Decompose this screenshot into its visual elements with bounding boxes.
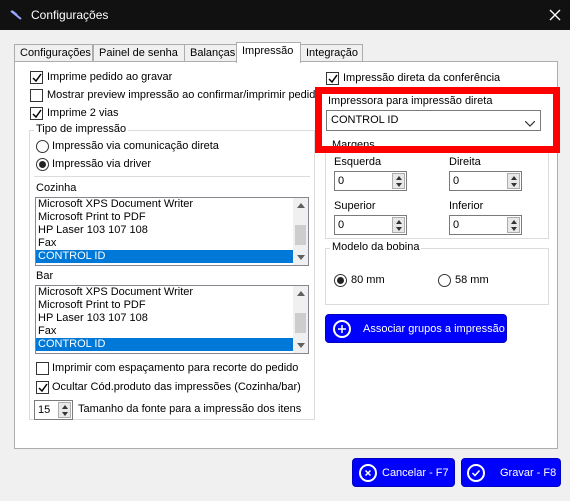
- show-preview-checkbox[interactable]: [30, 89, 43, 102]
- decrement-icon[interactable]: [59, 410, 70, 417]
- stepper-buttons[interactable]: [507, 217, 520, 233]
- stepper-buttons[interactable]: [507, 173, 520, 189]
- list-item[interactable]: Microsoft Print to PDF: [36, 299, 308, 312]
- window-title: Configurações: [31, 8, 109, 22]
- cancel-button[interactable]: Cancelar - F7: [352, 458, 455, 487]
- increment-icon[interactable]: [393, 218, 404, 225]
- tab-integracao[interactable]: Integração: [300, 44, 363, 62]
- kitchen-label: Cozinha: [36, 182, 77, 194]
- stepper-buttons[interactable]: [392, 217, 405, 233]
- margin-left-stepper[interactable]: 0: [334, 171, 407, 191]
- print-type-title: Tipo de impressão: [34, 123, 129, 135]
- stepper-buttons[interactable]: [58, 402, 71, 418]
- associate-groups-label: Associar grupos a impressão: [363, 323, 505, 335]
- margin-bottom-value: 0: [453, 219, 460, 231]
- app-logo-icon: [9, 8, 23, 22]
- scroll-up-icon[interactable]: [293, 198, 308, 213]
- scroll-down-icon[interactable]: [293, 250, 308, 265]
- direct-conference-checkbox[interactable]: [326, 72, 339, 85]
- bobbin-58mm-label: 58 mm: [455, 274, 489, 286]
- cancel-label: Cancelar - F7: [382, 467, 449, 479]
- bobbin-title: Modelo da bobina: [330, 241, 422, 253]
- list-item[interactable]: Fax: [36, 325, 308, 338]
- driver-print-label: Impressão via driver: [52, 158, 152, 170]
- add-circle-icon: [333, 320, 351, 338]
- bobbin-80mm-radio[interactable]: [334, 274, 347, 287]
- bar-label: Bar: [36, 270, 54, 282]
- direct-communication-label: Impressão via comunicação direta: [52, 140, 219, 152]
- bar-printer-list[interactable]: Microsoft XPS Document Writer Microsoft …: [35, 285, 309, 354]
- list-item[interactable]: Microsoft XPS Document Writer: [36, 286, 308, 299]
- margin-left-label: Esquerda: [334, 156, 382, 168]
- scroll-up-icon[interactable]: [293, 286, 308, 301]
- list-item-selected[interactable]: CONTROL ID: [36, 338, 308, 351]
- margin-right-label: Direita: [449, 156, 481, 168]
- direct-communication-radio[interactable]: [36, 140, 49, 153]
- list-item[interactable]: HP Laser 103 107 108: [36, 224, 308, 237]
- print-order-on-save-label: Imprime pedido ao gravar: [47, 71, 173, 83]
- settings-window: Configurações Configurações Painel de se…: [0, 0, 570, 501]
- hide-product-code-label: Ocultar Cód.produto das impressões (Cozi…: [52, 381, 301, 393]
- tab-configuracoes[interactable]: Configurações: [14, 44, 93, 62]
- kitchen-printer-list[interactable]: Microsoft XPS Document Writer Microsoft …: [35, 197, 309, 266]
- font-size-stepper[interactable]: 15: [34, 400, 73, 420]
- margins-group: Margens Esquerda 0 Direita 0 Superior 0: [325, 139, 549, 239]
- margin-bottom-stepper[interactable]: 0: [449, 215, 522, 235]
- title-bar: Configurações: [0, 0, 570, 30]
- decrement-icon[interactable]: [393, 225, 404, 232]
- list-item-selected[interactable]: CONTROL ID: [36, 250, 308, 263]
- list-item[interactable]: Microsoft Print to PDF: [36, 211, 308, 224]
- stepper-buttons[interactable]: [392, 173, 405, 189]
- print-two-copies-checkbox[interactable]: [30, 107, 43, 120]
- show-preview-label: Mostrar preview impressão ao confirmar/i…: [47, 89, 322, 101]
- increment-icon[interactable]: [393, 174, 404, 181]
- save-label: Gravar - F8: [500, 467, 557, 479]
- increment-icon[interactable]: [508, 218, 519, 225]
- margin-top-value: 0: [338, 219, 345, 231]
- direct-conference-label: Impressão direta da conferência: [343, 72, 501, 84]
- print-type-group: Tipo de impressão Impressão via comunica…: [29, 123, 315, 420]
- scroll-down-icon[interactable]: [293, 338, 308, 353]
- increment-icon[interactable]: [59, 403, 70, 410]
- decrement-icon[interactable]: [508, 225, 519, 232]
- print-order-on-save-checkbox[interactable]: [30, 71, 43, 84]
- scroll-thumb[interactable]: [295, 225, 306, 245]
- tab-painel-de-senha[interactable]: Painel de senha: [93, 44, 190, 62]
- kitchen-list-scrollbar[interactable]: [293, 198, 308, 265]
- save-button[interactable]: Gravar - F8: [461, 458, 561, 487]
- cut-spacing-checkbox[interactable]: [36, 362, 49, 375]
- close-icon[interactable]: [540, 0, 570, 30]
- close-circle-icon: [359, 464, 377, 482]
- tab-impressao[interactable]: Impressão: [236, 42, 301, 63]
- list-item[interactable]: Microsoft XPS Document Writer: [36, 198, 308, 211]
- hide-product-code-checkbox[interactable]: [36, 381, 49, 394]
- bobbin-group: Modelo da bobina 80 mm 58 mm: [325, 241, 549, 305]
- increment-icon[interactable]: [508, 174, 519, 181]
- check-circle-icon: [467, 464, 485, 482]
- margin-right-stepper[interactable]: 0: [449, 171, 522, 191]
- margin-top-stepper[interactable]: 0: [334, 215, 407, 235]
- margin-bottom-label: Inferior: [449, 200, 484, 212]
- highlight-box: [315, 87, 560, 153]
- cut-spacing-label: Imprimir com espaçamento para recorte do…: [52, 362, 299, 374]
- list-item[interactable]: HP Laser 103 107 108: [36, 312, 308, 325]
- print-two-copies-label: Imprime 2 vias: [47, 107, 119, 119]
- list-item[interactable]: Fax: [36, 237, 308, 250]
- font-size-label: Tamanho da fonte para a impressão dos it…: [78, 403, 302, 415]
- margin-right-value: 0: [453, 175, 460, 187]
- font-size-value: 15: [38, 404, 51, 416]
- scroll-thumb[interactable]: [295, 313, 306, 333]
- margin-top-label: Superior: [334, 200, 376, 212]
- decrement-icon[interactable]: [393, 181, 404, 188]
- associate-groups-button[interactable]: Associar grupos a impressão: [325, 314, 507, 343]
- decrement-icon[interactable]: [508, 181, 519, 188]
- bobbin-80mm-label: 80 mm: [351, 274, 385, 286]
- driver-print-radio[interactable]: [36, 158, 49, 171]
- bar-list-scrollbar[interactable]: [293, 286, 308, 353]
- bobbin-58mm-radio[interactable]: [438, 274, 451, 287]
- margin-left-value: 0: [338, 175, 345, 187]
